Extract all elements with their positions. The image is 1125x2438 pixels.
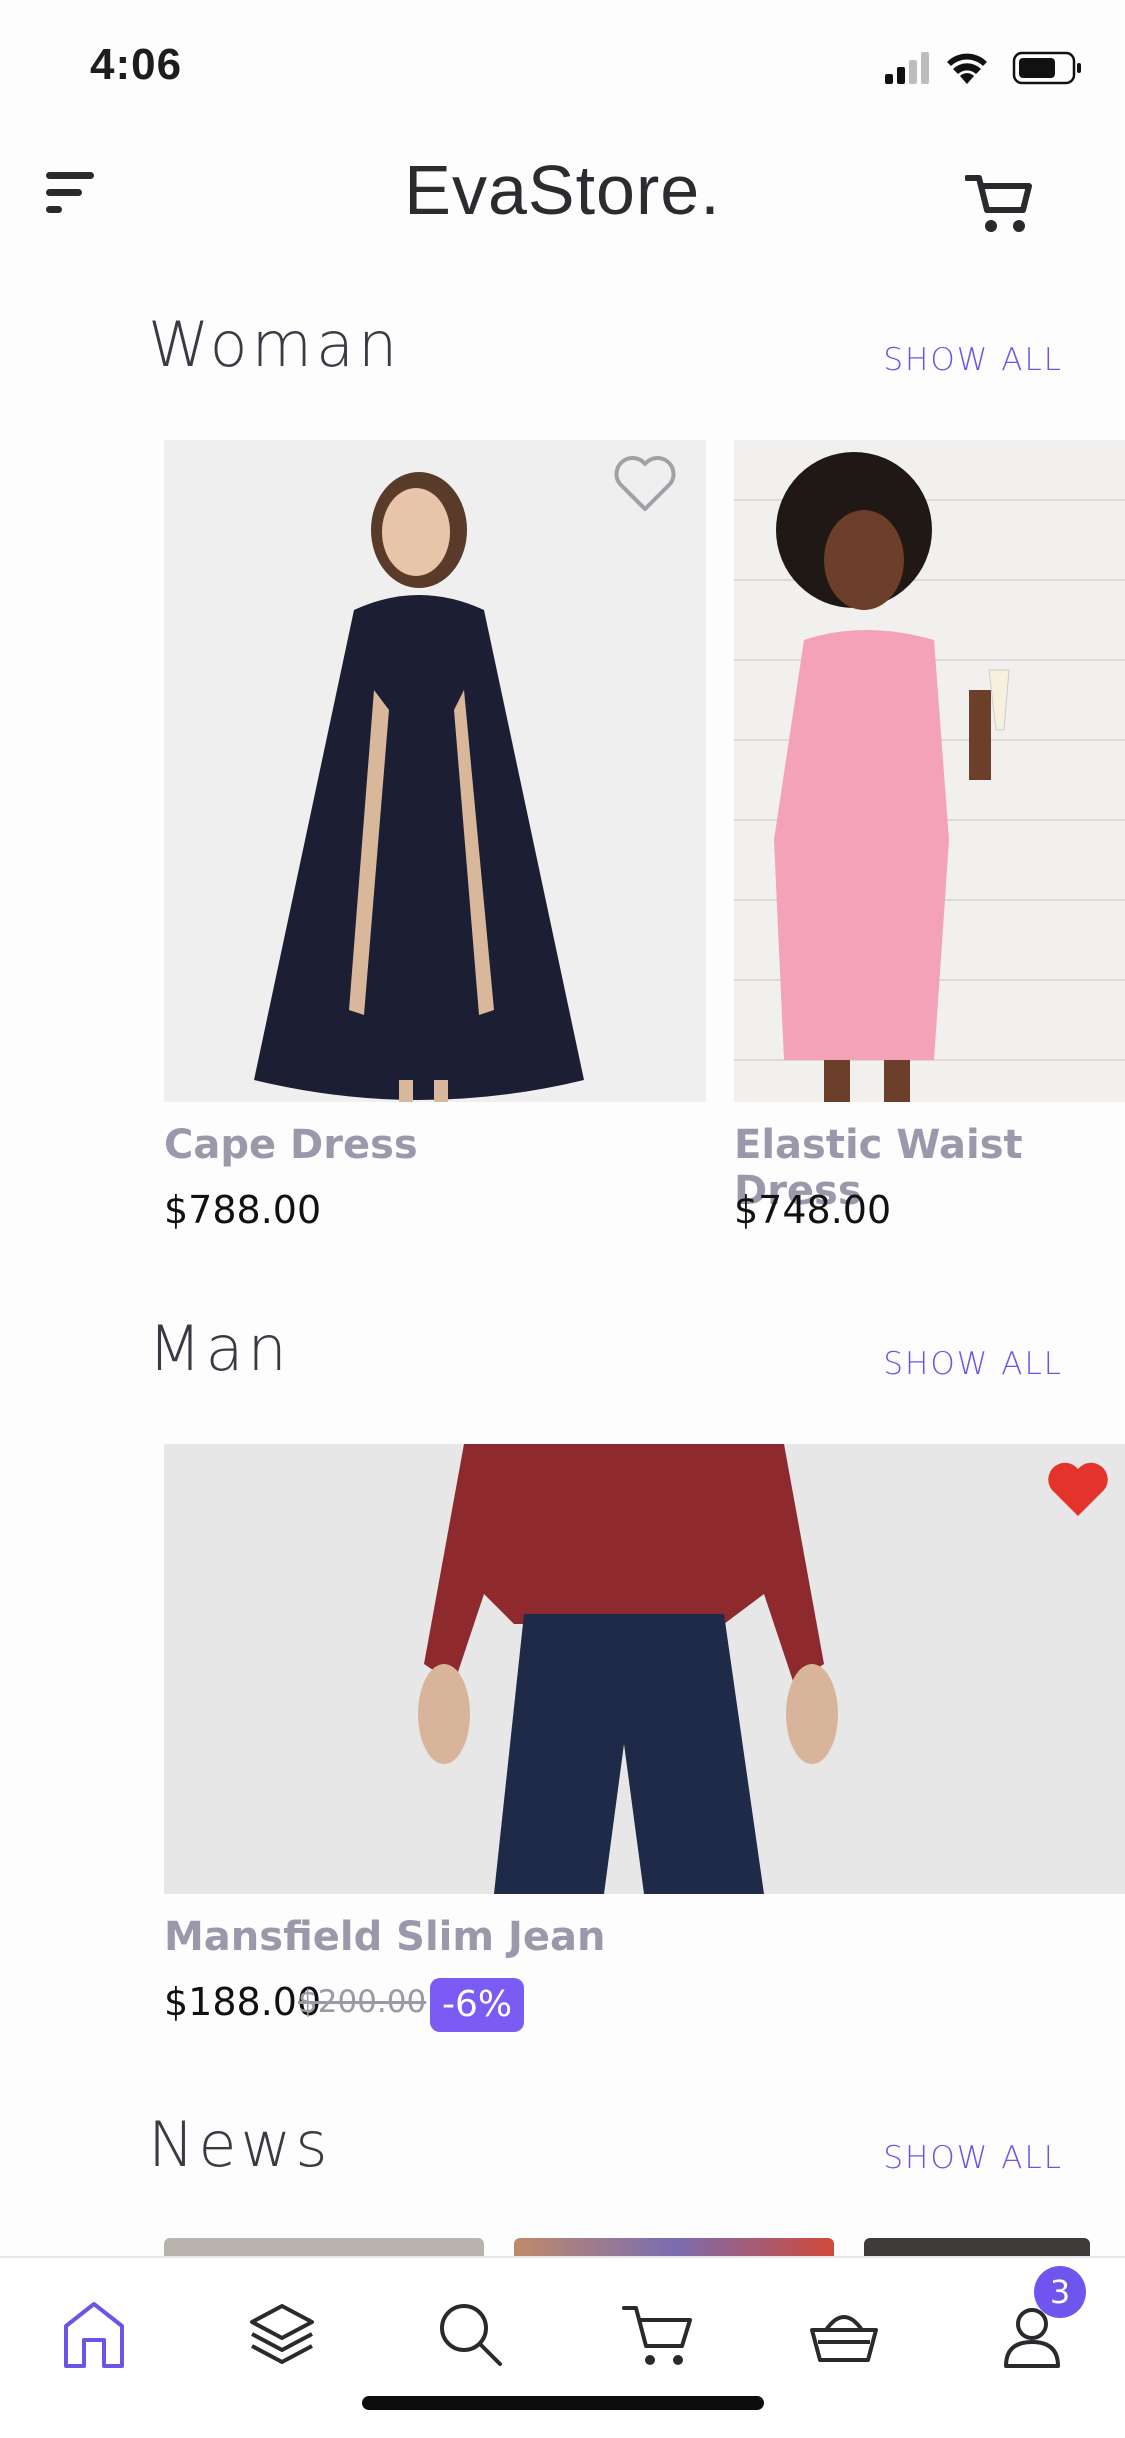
tab-bar — [0, 2256, 1125, 2438]
product-price: $748.00 — [734, 1188, 892, 1232]
notification-badge: 3 — [1034, 2266, 1086, 2318]
search-icon — [440, 2304, 502, 2366]
product-old-price: $200.00 — [298, 1984, 427, 2020]
section-title-news: News — [148, 2108, 332, 2181]
home-icon — [64, 2302, 124, 2368]
product-image-mansfield-slim-jean — [164, 1444, 1125, 1894]
product-image-cape-dress — [164, 440, 706, 1102]
status-time: 4:06 — [90, 40, 183, 89]
discount-badge: -6% — [430, 1978, 525, 2032]
favorite-icon-filled[interactable] — [1045, 1460, 1111, 1520]
favorite-icon-outline[interactable] — [612, 454, 678, 514]
product-name: Mansfield Slim Jean — [164, 1914, 606, 1960]
tab-basket[interactable] — [804, 2294, 884, 2374]
section-title-woman: Woman — [148, 308, 402, 381]
cart-icon — [964, 175, 1032, 232]
signal-icon — [885, 52, 929, 84]
news-thumbnail[interactable] — [164, 2238, 484, 2258]
show-all-man-button[interactable]: SHOW ALL — [883, 1346, 1063, 1382]
cart-button[interactable] — [964, 172, 1035, 238]
battery-icon — [1012, 51, 1081, 85]
show-all-news-button[interactable]: SHOW ALL — [883, 2140, 1063, 2176]
product-card-elastic-waist-dress[interactable]: Elastic Waist Dress $748.00 — [734, 440, 1125, 1232]
status-icons — [885, 48, 1085, 88]
product-name: Cape Dress — [164, 1122, 418, 1168]
basket-icon — [810, 2315, 878, 2362]
tab-home[interactable] — [54, 2294, 134, 2374]
product-price: $788.00 — [164, 1188, 322, 1232]
wifi-icon — [947, 53, 987, 84]
product-card-cape-dress[interactable]: Cape Dress $788.00 — [164, 440, 706, 1232]
tab-cart[interactable] — [618, 2294, 698, 2374]
home-indicator — [362, 2396, 764, 2410]
tab-layers[interactable] — [242, 2294, 322, 2374]
tab-search[interactable] — [430, 2294, 510, 2374]
cart-icon — [622, 2306, 692, 2365]
app-title: EvaStore. — [404, 151, 721, 229]
layers-icon — [250, 2304, 314, 2364]
product-card-mansfield-slim-jean[interactable]: Mansfield Slim Jean $188.00 $200.00 -6% — [164, 1444, 1125, 2044]
show-all-woman-button[interactable]: SHOW ALL — [883, 342, 1063, 378]
news-thumbnail[interactable] — [514, 2238, 834, 2258]
news-thumbnail[interactable] — [864, 2238, 1090, 2258]
section-title-man: Man — [148, 1312, 291, 1385]
product-image-elastic-waist-dress — [734, 440, 1125, 1102]
